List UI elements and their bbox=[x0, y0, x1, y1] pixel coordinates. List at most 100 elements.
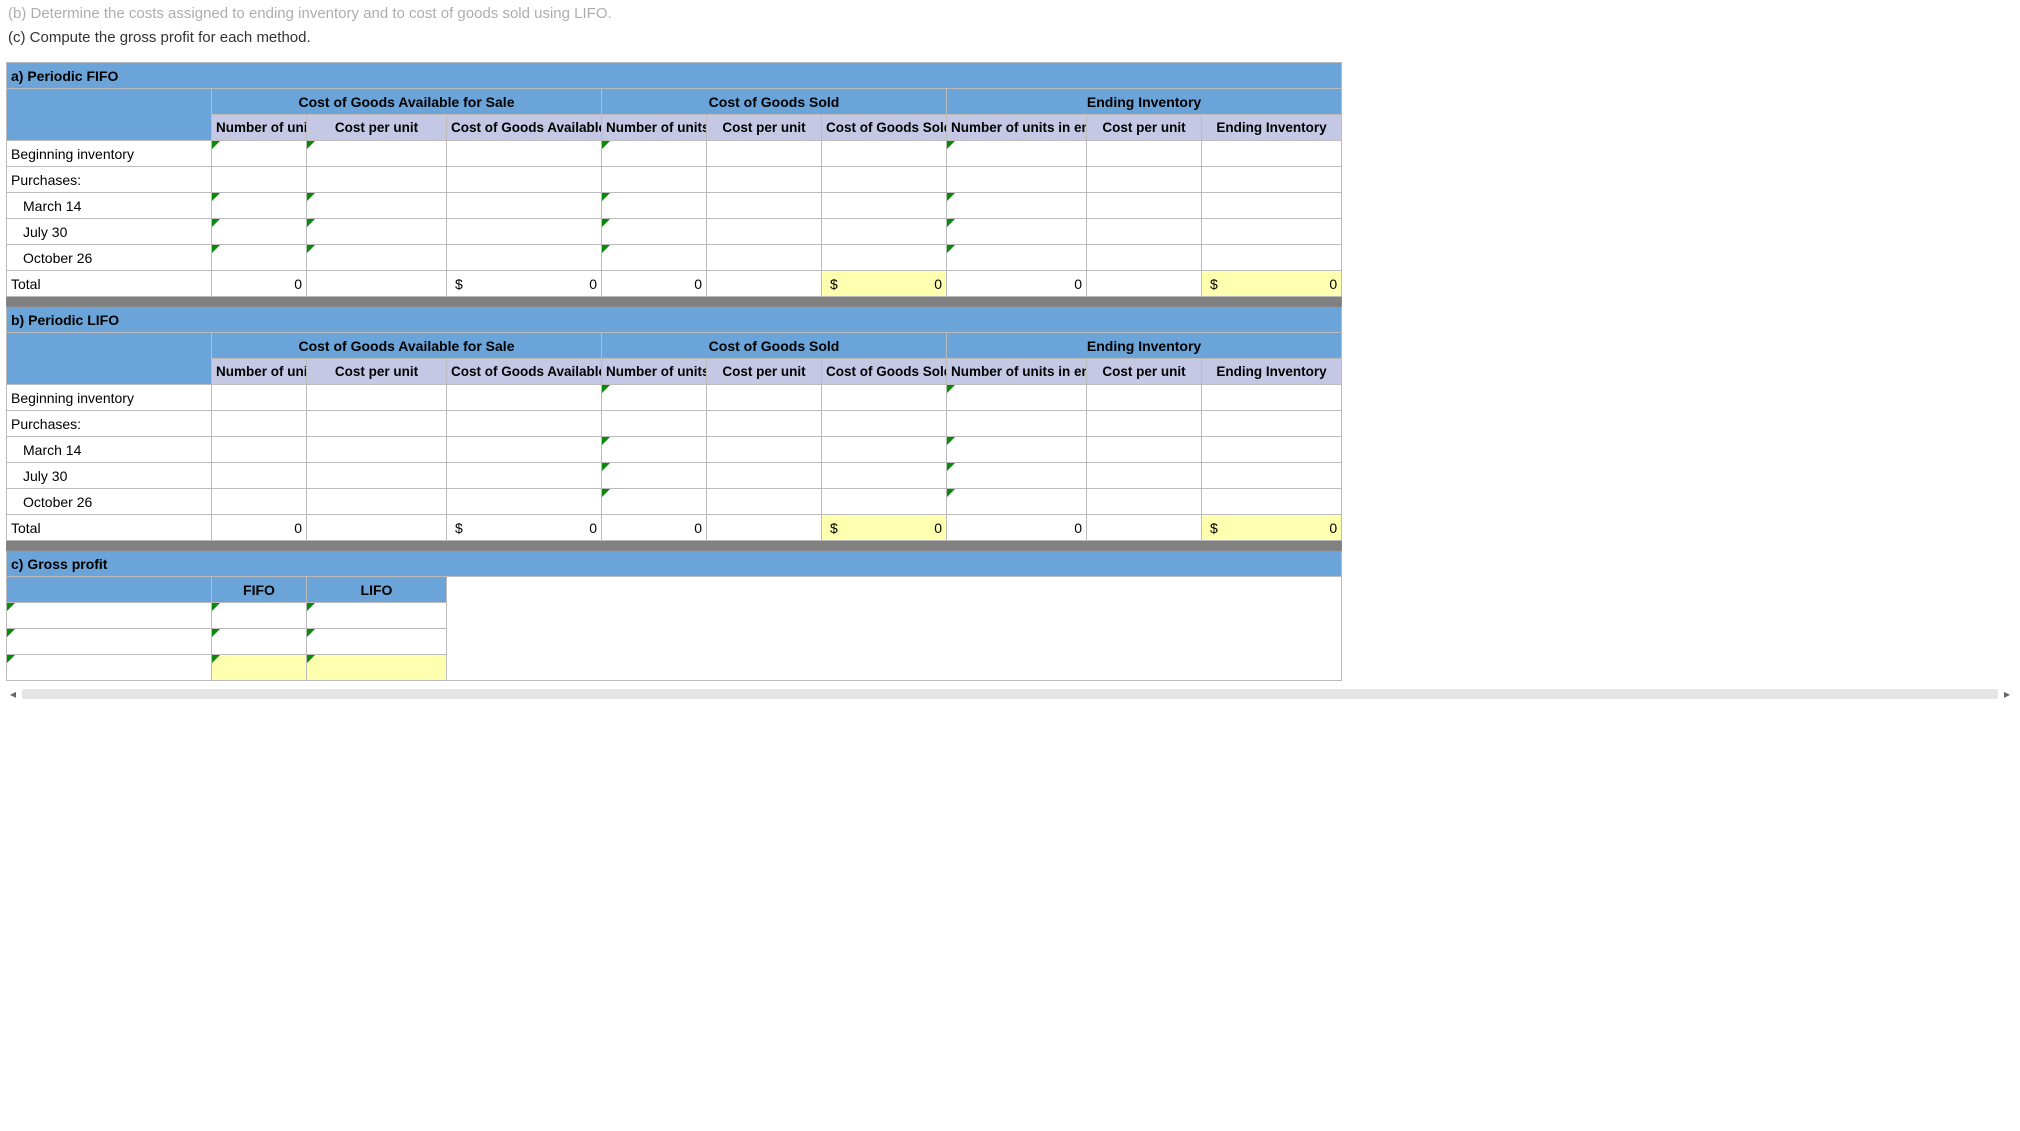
input-cell[interactable] bbox=[307, 141, 447, 167]
scroll-left-icon[interactable]: ◂ bbox=[10, 687, 16, 701]
col-num-sold: Number of units sold bbox=[602, 115, 707, 141]
input-cell[interactable] bbox=[947, 437, 1087, 463]
scrollbar-track[interactable] bbox=[22, 689, 1998, 699]
gp-fifo-result[interactable] bbox=[212, 655, 307, 681]
gp-label-input[interactable] bbox=[7, 629, 212, 655]
table-row: October 26 bbox=[7, 245, 1342, 271]
input-cell[interactable] bbox=[212, 245, 307, 271]
input-cell[interactable] bbox=[602, 193, 707, 219]
table-row: July 30 bbox=[7, 463, 1342, 489]
group-cogs: Cost of Goods Sold bbox=[602, 89, 947, 115]
input-cell[interactable] bbox=[602, 245, 707, 271]
input-cell[interactable] bbox=[212, 141, 307, 167]
table-row: Total 0 $0 0 $0 0 $0 bbox=[7, 271, 1342, 297]
total-end-units: 0 bbox=[947, 271, 1087, 297]
col-cogas: Cost of Goods Available for Sale bbox=[447, 359, 602, 385]
input-cell[interactable] bbox=[947, 141, 1087, 167]
blank-corner bbox=[7, 333, 212, 385]
scroll-right-icon[interactable]: ▸ bbox=[2004, 687, 2010, 701]
input-cell[interactable] bbox=[602, 489, 707, 515]
input-cell[interactable] bbox=[947, 463, 1087, 489]
blank-corner bbox=[7, 89, 212, 141]
table-row: October 26 bbox=[7, 489, 1342, 515]
row-oct26: October 26 bbox=[7, 489, 212, 515]
group-ei: Ending Inventory bbox=[947, 333, 1342, 359]
col-num-end: Number of units in ending inventory bbox=[947, 115, 1087, 141]
group-ei: Ending Inventory bbox=[947, 89, 1342, 115]
row-oct26: October 26 bbox=[7, 245, 212, 271]
input-cell[interactable] bbox=[947, 385, 1087, 411]
col-ei: Ending Inventory bbox=[1202, 115, 1342, 141]
calc-cell bbox=[1202, 141, 1342, 167]
gp-label-input[interactable] bbox=[7, 655, 212, 681]
input-cell[interactable] bbox=[212, 193, 307, 219]
calc-cell bbox=[1087, 141, 1202, 167]
total-cogas: $0 bbox=[447, 515, 602, 541]
total-units: 0 bbox=[212, 515, 307, 541]
input-cell[interactable] bbox=[947, 489, 1087, 515]
calc-cell bbox=[822, 141, 947, 167]
total-sold: 0 bbox=[602, 271, 707, 297]
table-row: Beginning inventory bbox=[7, 141, 1342, 167]
calc-cell bbox=[707, 141, 822, 167]
gp-lifo-header: LIFO bbox=[307, 577, 447, 603]
table-row: Total 0 $0 0 $0 0 $0 bbox=[7, 515, 1342, 541]
total-cogs: $0 bbox=[822, 271, 947, 297]
total-end-units: 0 bbox=[947, 515, 1087, 541]
table-row: March 14 bbox=[7, 437, 1342, 463]
horizontal-scrollbar[interactable]: ◂ ▸ bbox=[6, 681, 2014, 701]
gp-lifo-input[interactable] bbox=[307, 629, 447, 655]
col-cpu: Cost per unit bbox=[307, 115, 447, 141]
col-cpu: Cost per unit bbox=[307, 359, 447, 385]
row-purchases: Purchases: bbox=[7, 167, 212, 193]
calc-cell bbox=[447, 141, 602, 167]
gp-lifo-input[interactable] bbox=[307, 603, 447, 629]
table-row: Purchases: bbox=[7, 167, 1342, 193]
section-spacer bbox=[7, 541, 1342, 551]
blank-corner bbox=[7, 577, 212, 603]
col-cogs: Cost of Goods Sold bbox=[822, 115, 947, 141]
input-cell[interactable] bbox=[602, 385, 707, 411]
row-march14: March 14 bbox=[7, 193, 212, 219]
worksheet-page: (b) Determine the costs assigned to endi… bbox=[0, 0, 2020, 731]
col-cogs: Cost of Goods Sold bbox=[822, 359, 947, 385]
question-b-faded: (b) Determine the costs assigned to endi… bbox=[8, 5, 612, 22]
input-cell[interactable] bbox=[602, 141, 707, 167]
input-cell[interactable] bbox=[602, 437, 707, 463]
input-cell[interactable] bbox=[307, 219, 447, 245]
input-cell[interactable] bbox=[602, 463, 707, 489]
gp-fifo-input[interactable] bbox=[212, 629, 307, 655]
section-spacer bbox=[7, 297, 1342, 307]
section-c-title: c) Gross profit bbox=[7, 551, 1342, 577]
gp-label-input[interactable] bbox=[7, 603, 212, 629]
row-purchases: Purchases: bbox=[7, 411, 212, 437]
input-cell[interactable] bbox=[212, 219, 307, 245]
row-beginning-inventory: Beginning inventory bbox=[7, 385, 212, 411]
row-july30: July 30 bbox=[7, 463, 212, 489]
gp-fifo-input[interactable] bbox=[212, 603, 307, 629]
group-cogas: Cost of Goods Available for Sale bbox=[212, 89, 602, 115]
row-beginning-inventory: Beginning inventory bbox=[7, 141, 212, 167]
col-num-sold: Number of units sold bbox=[602, 359, 707, 385]
table-row: July 30 bbox=[7, 219, 1342, 245]
input-cell[interactable] bbox=[947, 219, 1087, 245]
question-c: (c) Compute the gross profit for each me… bbox=[8, 29, 311, 46]
input-cell[interactable] bbox=[947, 193, 1087, 219]
question-text: (b) Determine the costs assigned to endi… bbox=[6, 0, 2014, 62]
section-b-title: b) Periodic LIFO bbox=[7, 307, 1342, 333]
gp-lifo-result[interactable] bbox=[307, 655, 447, 681]
col-num-end: Number of units in ending inventory bbox=[947, 359, 1087, 385]
col-ei: Ending Inventory bbox=[1202, 359, 1342, 385]
input-cell[interactable] bbox=[307, 193, 447, 219]
group-cogas: Cost of Goods Available for Sale bbox=[212, 333, 602, 359]
table-row: Purchases: bbox=[7, 411, 1342, 437]
row-march14: March 14 bbox=[7, 437, 212, 463]
col-num-units: Number of units bbox=[212, 359, 307, 385]
total-ei: $0 bbox=[1202, 271, 1342, 297]
input-cell[interactable] bbox=[307, 245, 447, 271]
blank-area bbox=[447, 577, 1342, 681]
input-cell[interactable] bbox=[947, 245, 1087, 271]
row-total: Total bbox=[7, 515, 212, 541]
input-cell[interactable] bbox=[602, 219, 707, 245]
total-ei: $0 bbox=[1202, 515, 1342, 541]
